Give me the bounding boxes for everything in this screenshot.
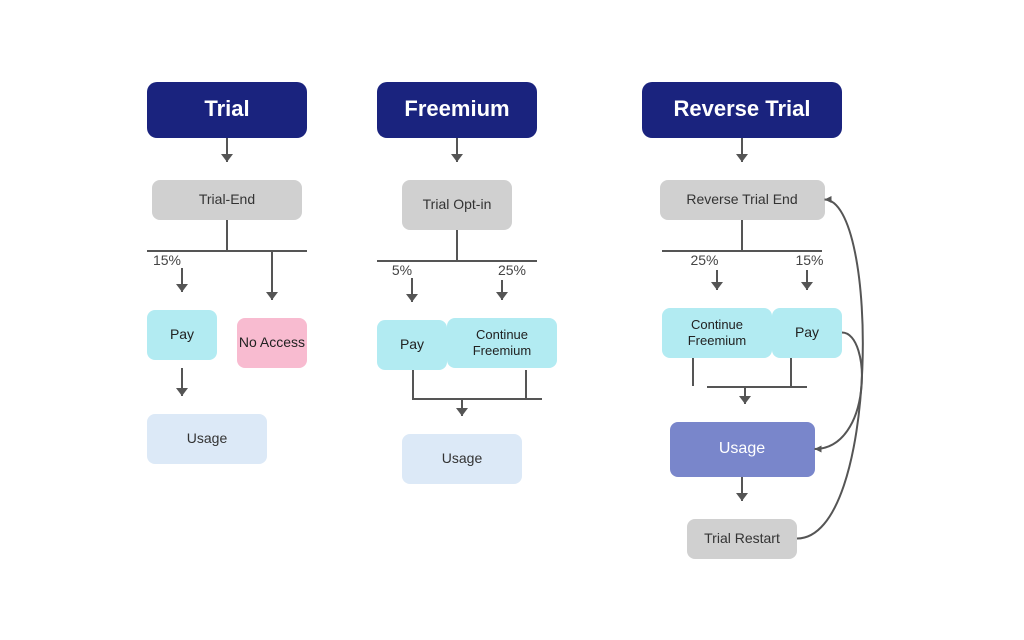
rt-pay-pct: 15% [795, 252, 823, 268]
trial-diagram: Trial Trial-End 15% [137, 82, 317, 464]
trial-pay-pct: 15% [153, 252, 181, 268]
freemium-pay-pct: 5% [392, 262, 412, 278]
freemium-diagram: Freemium Trial Opt-in 5% Pay [357, 82, 557, 484]
freemium-continue-pct: 25% [498, 262, 526, 278]
freemium-pay-box: Pay [377, 320, 447, 370]
arrow-trial-to-end [221, 138, 233, 180]
rt-end-box: Reverse Trial End [660, 180, 825, 220]
arrow-freemium-to-optin [451, 138, 463, 180]
rt-freemium-pct: 25% [690, 252, 718, 268]
reverse-trial-diagram: Reverse Trial Reverse Trial End 25% Cont… [597, 82, 887, 559]
trial-title: Trial [147, 82, 307, 138]
rt-continue-box: Continue Freemium [662, 308, 772, 358]
arrow-rt-usage-to-restart [736, 477, 748, 519]
trial-pay-box: Pay [147, 310, 217, 360]
freemium-usage-box: Usage [402, 434, 522, 484]
trial-end-box: Trial-End [152, 180, 302, 220]
arrow-rt-to-end [736, 138, 748, 180]
reverse-trial-title: Reverse Trial [642, 82, 842, 138]
rt-usage-label: Usage [670, 422, 815, 477]
rt-pay-box: Pay [772, 308, 842, 358]
trial-usage-box: Usage [147, 414, 267, 464]
freemium-optin-box: Trial Opt-in [402, 180, 512, 230]
trial-no-access-box: No Access [237, 318, 307, 368]
freemium-title: Freemium [377, 82, 537, 138]
rt-usage-box: Usage [670, 422, 815, 477]
rt-trial-restart-box: Trial Restart [687, 519, 797, 559]
freemium-continue-box: Continue Freemium [447, 318, 557, 368]
